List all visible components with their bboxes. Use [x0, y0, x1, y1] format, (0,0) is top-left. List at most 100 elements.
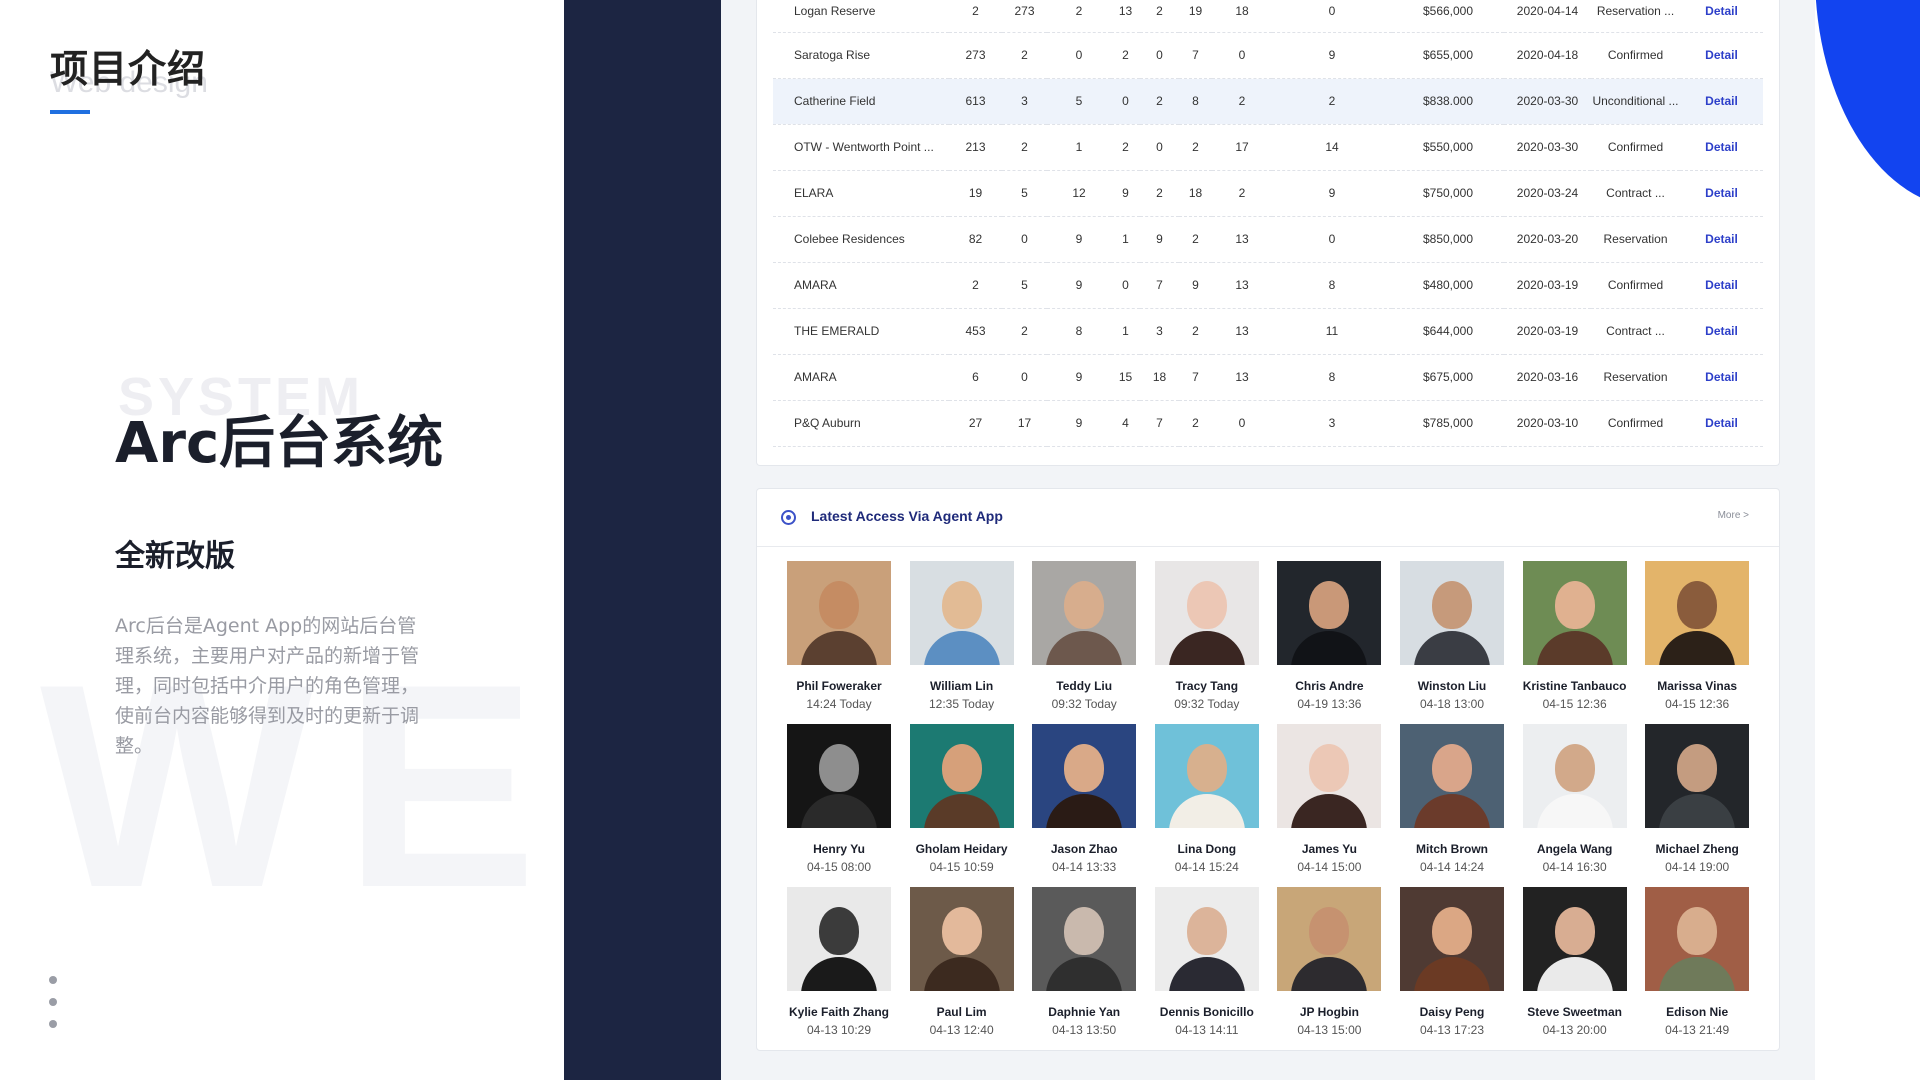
user-card[interactable]: William Lin 12:35 Today — [909, 561, 1015, 711]
avatar[interactable] — [787, 887, 891, 991]
table-row: Logan Reserve 2 273 2 13 2 19 18 0 $566,000 2020-0… — [773, 0, 1763, 33]
access-time: 04-14 15:00 — [1297, 860, 1362, 874]
detail-link[interactable]: Detail — [1680, 78, 1763, 125]
avatar[interactable] — [1645, 887, 1750, 991]
user-card[interactable]: Edison Nie 04-13 21:49 — [1644, 887, 1750, 1037]
table-row: Saratoga Rise 273 2 0 2 0 7 0 9 $655,000 2020-04-1… — [773, 32, 1763, 79]
avatar[interactable] — [1400, 887, 1504, 991]
user-name: Chris Andre — [1295, 679, 1364, 693]
avatar[interactable] — [1522, 561, 1627, 665]
avatar[interactable] — [1277, 561, 1382, 665]
avatar[interactable] — [1032, 561, 1137, 665]
price-cell: $838.000 — [1392, 78, 1504, 125]
status-cell: Contract ... — [1591, 170, 1680, 217]
access-time: 04-13 21:49 — [1665, 1023, 1730, 1037]
avatar[interactable] — [909, 724, 1014, 828]
user-card[interactable]: Teddy Liu 09:32 Today — [1031, 561, 1137, 711]
avatar[interactable] — [1645, 561, 1750, 665]
count-cell: 0 — [1212, 400, 1272, 447]
user-card[interactable]: Tracy Tang 09:32 Today — [1154, 561, 1260, 711]
detail-link[interactable]: Detail — [1680, 124, 1763, 171]
access-time: 14:24 Today — [806, 697, 872, 711]
avatar[interactable] — [1154, 724, 1259, 828]
detail-link[interactable]: Detail — [1680, 170, 1763, 217]
user-card[interactable]: Kristine Tanbauco 04-15 12:36 — [1522, 561, 1628, 711]
access-time: 04-15 08:00 — [806, 860, 872, 874]
avatar[interactable] — [1277, 724, 1382, 828]
project-name-cell: AMARA — [773, 262, 949, 309]
user-card[interactable]: Steve Sweetman 04-13 20:00 — [1522, 887, 1628, 1037]
avatar[interactable] — [1032, 887, 1137, 991]
detail-link[interactable]: Detail — [1680, 400, 1763, 447]
detail-link[interactable]: Detail — [1680, 262, 1763, 309]
project-name: Arc后台系统 — [115, 411, 444, 476]
price-cell: $644,000 — [1392, 308, 1504, 355]
status-cell: Confirmed — [1591, 262, 1680, 309]
count-cell: 18 — [1140, 354, 1179, 401]
more-dots-icon[interactable] — [49, 976, 57, 1042]
count-cell: 82 — [949, 216, 1002, 263]
avatar[interactable] — [1522, 887, 1627, 991]
access-time: 12:35 Today — [929, 697, 995, 711]
count-cell: 9 — [1047, 400, 1111, 447]
avatar[interactable] — [909, 887, 1014, 991]
avatar[interactable] — [1032, 724, 1137, 828]
user-card[interactable]: Daphnie Yan 04-13 13:50 — [1031, 887, 1137, 1037]
count-cell: 0 — [1111, 262, 1140, 309]
avatar[interactable] — [1522, 724, 1627, 828]
more-link[interactable]: More > — [1718, 510, 1749, 521]
avatar[interactable] — [1154, 561, 1259, 665]
right-margin — [1815, 0, 1920, 1080]
count-cell: 8 — [1179, 78, 1212, 125]
user-card[interactable]: Mitch Brown 04-14 14:24 — [1399, 724, 1505, 874]
detail-link[interactable]: Detail — [1680, 32, 1763, 79]
avatar[interactable] — [1154, 887, 1259, 991]
project-description: Arc后台是Agent App的网站后台管理系统，主要用户对产品的新增于管理，同… — [115, 615, 420, 757]
avatar[interactable] — [1400, 561, 1504, 665]
project-name-cell: Logan Reserve — [773, 0, 949, 33]
user-card[interactable]: Kylie Faith Zhang 04-13 10:29 — [786, 887, 892, 1037]
user-name: Gholam Heidary — [915, 842, 1008, 856]
user-card[interactable]: Chris Andre 04-19 13:36 — [1276, 561, 1382, 711]
avatar[interactable] — [787, 561, 891, 665]
user-card[interactable]: Jason Zhao 04-14 13:33 — [1031, 724, 1137, 874]
avatar[interactable] — [909, 561, 1014, 665]
user-card[interactable]: Henry Yu 04-15 08:00 — [786, 724, 892, 874]
date-cell: 2020-03-19 — [1504, 308, 1591, 355]
user-name: Henry Yu — [813, 842, 865, 856]
user-card[interactable]: Paul Lim 04-13 12:40 — [909, 887, 1015, 1037]
count-cell: 18 — [1179, 170, 1212, 217]
user-card[interactable]: Lina Dong 04-14 15:24 — [1154, 724, 1260, 874]
avatar[interactable] — [1277, 887, 1382, 991]
user-name: Edison Nie — [1666, 1005, 1729, 1019]
avatar[interactable] — [1400, 724, 1504, 828]
count-cell: 8 — [1047, 308, 1111, 355]
user-card[interactable]: Michael Zheng 04-14 19:00 — [1644, 724, 1750, 874]
avatar[interactable] — [1645, 724, 1750, 828]
table-row: AMARA 2 5 9 0 7 9 13 8 $480,000 2020-03-19 Confirme… — [773, 262, 1763, 309]
detail-link[interactable]: Detail — [1680, 216, 1763, 263]
user-card[interactable]: Winston Liu 04-18 13:00 — [1399, 561, 1505, 711]
user-card[interactable]: James Yu 04-14 15:00 — [1276, 724, 1382, 874]
table-row: AMARA 6 0 9 15 18 7 13 8 $675,000 2020-03-16 Reserv… — [773, 354, 1763, 401]
detail-link[interactable]: Detail — [1680, 0, 1763, 33]
access-time: 04-14 19:00 — [1665, 860, 1730, 874]
user-card[interactable]: Phil Foweraker 14:24 Today — [786, 561, 892, 711]
count-cell: 2 — [1272, 78, 1392, 125]
user-card[interactable]: Gholam Heidary 04-15 10:59 — [909, 724, 1015, 874]
user-name: JP Hogbin — [1299, 1005, 1359, 1019]
price-cell: $675,000 — [1392, 354, 1504, 401]
count-cell: 213 — [949, 124, 1002, 171]
avatar[interactable] — [787, 724, 891, 828]
price-cell: $850,000 — [1392, 216, 1504, 263]
count-cell: 2 — [949, 262, 1002, 309]
user-card[interactable]: Daisy Peng 04-13 17:23 — [1399, 887, 1505, 1037]
user-card[interactable]: Angela Wang 04-14 16:30 — [1522, 724, 1628, 874]
count-cell: 0 — [1111, 78, 1140, 125]
user-card[interactable]: Dennis Bonicillo 04-13 14:11 — [1154, 887, 1260, 1037]
user-card[interactable]: JP Hogbin 04-13 15:00 — [1276, 887, 1382, 1037]
access-time: 09:32 Today — [1174, 697, 1240, 711]
detail-link[interactable]: Detail — [1680, 308, 1763, 355]
detail-link[interactable]: Detail — [1680, 354, 1763, 401]
user-card[interactable]: Marissa Vinas 04-15 12:36 — [1644, 561, 1750, 711]
